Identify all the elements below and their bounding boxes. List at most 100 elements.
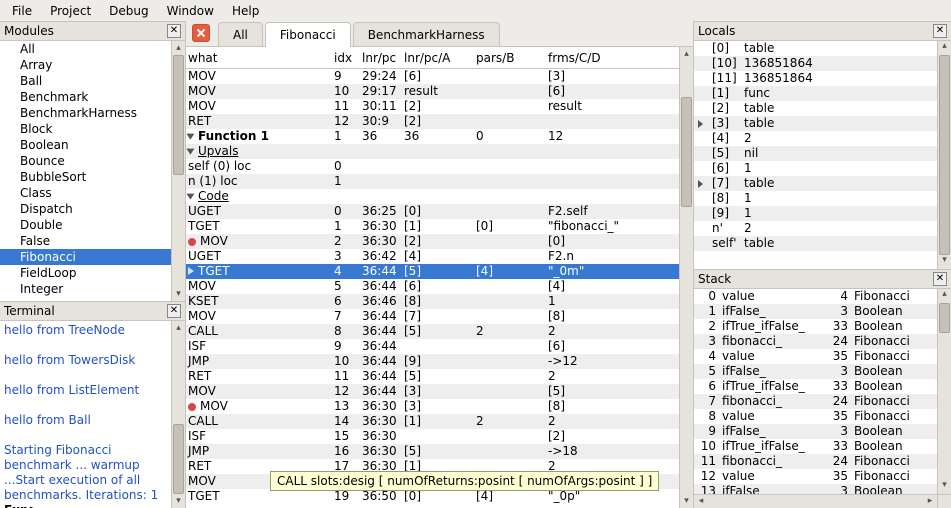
tab-benchmarkharness[interactable]: BenchmarkHarness bbox=[353, 22, 500, 46]
stack-row[interactable]: 3fibonacci_24Fibonacci bbox=[694, 334, 937, 349]
code-row[interactable]: MOV1336:30[3][8] bbox=[186, 399, 679, 414]
locals-row[interactable]: [1]func bbox=[694, 86, 937, 101]
module-item[interactable]: Double bbox=[0, 217, 171, 233]
locals-row[interactable]: [7]table bbox=[694, 176, 937, 191]
locals-row[interactable]: [3]table bbox=[694, 116, 937, 131]
code-row[interactable]: JMP1636:30[5]->18 bbox=[186, 444, 679, 459]
locals-row[interactable]: [0]table bbox=[694, 41, 937, 56]
code-row[interactable]: UGET336:42[4]F2.n bbox=[186, 249, 679, 264]
stack-row[interactable]: 12value35Fibonacci bbox=[694, 469, 937, 484]
code-scrollbar[interactable]: ▴ ▾ bbox=[679, 47, 693, 508]
locals-row[interactable]: [5]nil bbox=[694, 146, 937, 161]
module-item[interactable]: Boolean bbox=[0, 137, 171, 153]
terminal-scrollbar[interactable]: ▴ ▾ bbox=[171, 321, 185, 508]
code-row[interactable]: Code bbox=[186, 189, 679, 204]
code-row[interactable]: Upvals bbox=[186, 144, 679, 159]
stack-close-icon[interactable]: ✕ bbox=[933, 272, 947, 286]
code-row[interactable]: Function 113636012 bbox=[186, 129, 679, 144]
code-row[interactable]: TGET136:30[1][0]"fibonacci_" bbox=[186, 219, 679, 234]
code-row[interactable]: MOV1236:44[3][5] bbox=[186, 384, 679, 399]
modules-close-icon[interactable]: ✕ bbox=[167, 24, 181, 38]
code-row[interactable]: RET1136:44[5]2 bbox=[186, 369, 679, 384]
col-what[interactable]: what bbox=[186, 51, 332, 65]
menu-window[interactable]: Window bbox=[159, 2, 222, 20]
modules-scrollbar[interactable]: ▴ ▾ bbox=[171, 41, 185, 301]
expand-icon[interactable] bbox=[186, 149, 194, 155]
code-row[interactable]: MOV1130:11[2]result bbox=[186, 99, 679, 114]
terminal-prompt[interactable]: Exp> bbox=[4, 503, 167, 508]
stack-list[interactable]: 0value4Fibonacci1ifFalse_3Boolean2ifTrue… bbox=[694, 289, 951, 508]
module-item[interactable]: Array bbox=[0, 57, 171, 73]
expand-icon[interactable] bbox=[698, 180, 703, 188]
code-row[interactable]: KSET636:46[8]1 bbox=[186, 294, 679, 309]
code-row[interactable]: UGET036:25[0]F2.self bbox=[186, 204, 679, 219]
module-item[interactable]: Class bbox=[0, 185, 171, 201]
expand-icon[interactable] bbox=[698, 120, 703, 128]
code-row[interactable]: MOV929:24[6][3] bbox=[186, 69, 679, 84]
locals-scrollbar[interactable]: ▴ ▾ bbox=[937, 41, 951, 269]
code-row[interactable]: ISF936:44[6] bbox=[186, 339, 679, 354]
menu-debug[interactable]: Debug bbox=[101, 2, 156, 20]
module-item[interactable]: Benchmark bbox=[0, 89, 171, 105]
stack-row[interactable]: 8value35Fibonacci bbox=[694, 409, 937, 424]
stack-row[interactable]: 2ifTrue_ifFalse_33Boolean bbox=[694, 319, 937, 334]
locals-list[interactable]: [0]table[10]136851864[11]136851864[1]fun… bbox=[694, 41, 951, 269]
code-row[interactable]: JMP1036:44[9]->12 bbox=[186, 354, 679, 369]
breakpoint-icon[interactable] bbox=[188, 238, 196, 246]
menu-project[interactable]: Project bbox=[42, 2, 99, 20]
module-item[interactable]: All bbox=[0, 41, 171, 57]
col-c[interactable]: frms/C/D bbox=[546, 51, 679, 65]
locals-row[interactable]: [8]1 bbox=[694, 191, 937, 206]
code-row[interactable]: n (1) loc1 bbox=[186, 174, 679, 189]
stack-row[interactable]: 1ifFalse_3Boolean bbox=[694, 304, 937, 319]
menu-help[interactable]: Help bbox=[224, 2, 267, 20]
module-item[interactable]: FieldLoop bbox=[0, 265, 171, 281]
code-row[interactable]: MOV1029:17result[6] bbox=[186, 84, 679, 99]
locals-row[interactable]: [10]136851864 bbox=[694, 56, 937, 71]
stack-row[interactable]: 11fibonacci_24Fibonacci bbox=[694, 454, 937, 469]
locals-row[interactable]: n'2 bbox=[694, 221, 937, 236]
code-row[interactable]: MOV536:44[6][4] bbox=[186, 279, 679, 294]
module-item[interactable]: Dispatch bbox=[0, 201, 171, 217]
col-b[interactable]: pars/B bbox=[474, 51, 546, 65]
module-item[interactable]: Block bbox=[0, 121, 171, 137]
menu-file[interactable]: File bbox=[4, 2, 40, 20]
tab-fibonacci[interactable]: Fibonacci bbox=[265, 22, 351, 47]
locals-close-icon[interactable]: ✕ bbox=[933, 24, 947, 38]
code-row[interactable]: TGET1936:50[0][4]"_0p" bbox=[186, 489, 679, 504]
col-a[interactable]: lnr/pc/A bbox=[402, 51, 474, 65]
code-row[interactable]: self (0) loc0 bbox=[186, 159, 679, 174]
stack-scrollbar[interactable]: ▴ ▾ bbox=[937, 289, 951, 494]
stack-row[interactable]: 10ifTrue_ifFalse_33Boolean bbox=[694, 439, 937, 454]
tab-all[interactable]: All bbox=[218, 22, 263, 46]
terminal-output[interactable]: hello from TreeNode hello from TowersDis… bbox=[0, 321, 185, 508]
col-idx[interactable]: idx bbox=[332, 51, 360, 65]
close-tab-button[interactable] bbox=[192, 24, 210, 42]
locals-row[interactable]: [9]1 bbox=[694, 206, 937, 221]
module-item[interactable]: Bounce bbox=[0, 153, 171, 169]
locals-row[interactable]: [11]136851864 bbox=[694, 71, 937, 86]
stack-row[interactable]: 6ifTrue_ifFalse_33Boolean bbox=[694, 379, 937, 394]
module-item[interactable]: Fibonacci bbox=[0, 249, 171, 265]
code-row[interactable]: CALL836:44[5]22 bbox=[186, 324, 679, 339]
expand-icon[interactable] bbox=[186, 194, 194, 200]
stack-row[interactable]: 0value4Fibonacci bbox=[694, 289, 937, 304]
modules-list[interactable]: AllArrayBallBenchmarkBenchmarkHarnessBlo… bbox=[0, 41, 185, 301]
col-lnr[interactable]: lnr/pc bbox=[360, 51, 402, 65]
code-table[interactable]: what idx lnr/pc lnr/pc/A pars/B frms/C/D… bbox=[186, 47, 693, 508]
module-item[interactable]: Integer bbox=[0, 281, 171, 297]
module-item[interactable]: False bbox=[0, 233, 171, 249]
module-item[interactable]: BenchmarkHarness bbox=[0, 105, 171, 121]
code-row[interactable]: MOV236:30[2][0] bbox=[186, 234, 679, 249]
expand-icon[interactable] bbox=[186, 134, 194, 140]
stack-row[interactable]: 5ifFalse_3Boolean bbox=[694, 364, 937, 379]
locals-row[interactable]: [6]1 bbox=[694, 161, 937, 176]
locals-row[interactable]: self'table bbox=[694, 236, 937, 251]
stack-row[interactable]: 9ifFalse_3Boolean bbox=[694, 424, 937, 439]
locals-row[interactable]: [4]2 bbox=[694, 131, 937, 146]
code-row[interactable]: TGET436:44[5][4]"_0m" bbox=[186, 264, 679, 279]
module-item[interactable]: Ball bbox=[0, 73, 171, 89]
module-item[interactable]: BubbleSort bbox=[0, 169, 171, 185]
stack-hscrollbar[interactable]: ◂ ▸ bbox=[694, 494, 937, 508]
code-row[interactable]: CALL1436:30[1]22 bbox=[186, 414, 679, 429]
